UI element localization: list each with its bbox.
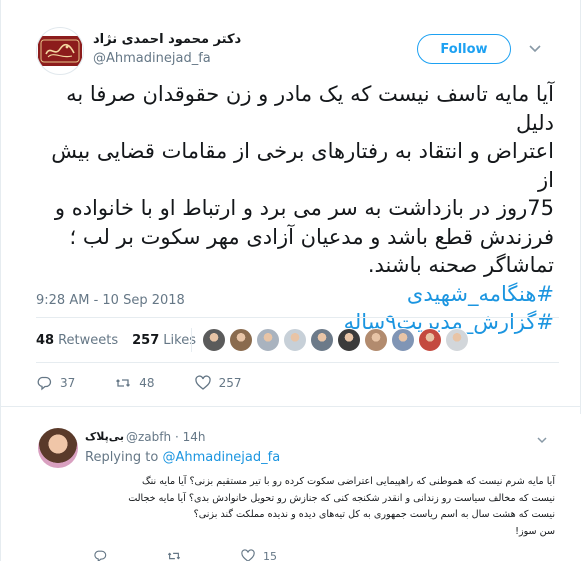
reply-avatar[interactable] bbox=[38, 428, 78, 468]
like-action[interactable]: 257 bbox=[194, 375, 242, 391]
reply-tweet[interactable]: بی‌پلاک @zabfh · 14h Replying to @Ahmadi… bbox=[1, 414, 581, 561]
tweet-line: فرزندش قطع باشد و مدعیان آزادی مهر سکوت … bbox=[69, 224, 554, 249]
follow-button[interactable]: Follow bbox=[417, 34, 511, 64]
retweets-label: Retweets bbox=[58, 332, 119, 348]
liker-avatar-icon[interactable] bbox=[229, 328, 253, 352]
tweet-timestamp[interactable]: 9:28 AM - 10 Sep 2018 bbox=[36, 293, 185, 308]
reply-handle-time: @zabfh · 14h bbox=[126, 430, 205, 444]
reply-like-count: 15 bbox=[263, 549, 277, 561]
reply-line: نیست که هشت سال به اسم ریاست جمهوری به ک… bbox=[193, 509, 555, 520]
author-avatar[interactable] bbox=[36, 27, 84, 75]
reply-author-name[interactable]: بی‌پلاک bbox=[85, 430, 124, 443]
replying-prefix: Replying to bbox=[85, 450, 159, 465]
tweet-line: اعتراض و انتقاد به رفتارهای برخی از مقام… bbox=[51, 139, 554, 192]
likes-count: 257 bbox=[132, 332, 160, 348]
reply-line: آیا مایه شرم نیست که هموطنی که راهپیمایی… bbox=[142, 476, 555, 487]
reply-retweet-action[interactable] bbox=[167, 549, 189, 561]
likers-avatar-row bbox=[191, 328, 469, 352]
tweet-line: آیا مایه تاسف نیست که یک مادر و زن حقوقد… bbox=[66, 82, 554, 135]
reply-count: 37 bbox=[60, 376, 76, 390]
reply-line: نیست که مخالف سیاست رو زندانی و انقدر شک… bbox=[128, 492, 555, 504]
chevron-down-icon[interactable] bbox=[528, 42, 542, 56]
chevron-down-icon[interactable] bbox=[536, 434, 548, 446]
reply-author-handle[interactable]: @zabfh bbox=[126, 430, 171, 444]
divider bbox=[36, 362, 559, 363]
retweet-action[interactable]: 48 bbox=[115, 375, 155, 391]
reply-icon bbox=[94, 550, 107, 561]
tweet-header: دکتر محمود احمدی نژاد @Ahmadinejad_fa Fo… bbox=[1, 0, 581, 75]
reply-line: سن سوز! bbox=[515, 525, 555, 537]
liker-avatar-icon[interactable] bbox=[418, 328, 442, 352]
reply-action[interactable]: 37 bbox=[36, 375, 75, 391]
divider bbox=[36, 317, 559, 318]
tweet-actions: 37 48 257 bbox=[36, 373, 281, 393]
retweet-icon bbox=[116, 379, 131, 387]
retweets-stat[interactable]: 48 Retweets bbox=[36, 333, 118, 348]
seal-logo-graphic bbox=[40, 39, 80, 63]
heart-icon bbox=[194, 375, 211, 390]
liker-avatar-icon[interactable] bbox=[391, 328, 415, 352]
liker-avatar-icon[interactable] bbox=[364, 328, 388, 352]
reply-text: آیا مایه شرم نیست که هموطنی که راهپیمایی… bbox=[85, 474, 555, 540]
heart-icon bbox=[241, 549, 255, 561]
seal-logo-icon bbox=[38, 36, 82, 66]
author-handle[interactable]: @Ahmadinejad_fa bbox=[93, 51, 211, 66]
reply-icon bbox=[37, 376, 52, 391]
liker-avatar-icon[interactable] bbox=[337, 328, 361, 352]
engagement-stats: 48 Retweets 257 Likes bbox=[36, 328, 210, 352]
liker-avatar-icon[interactable] bbox=[202, 328, 226, 352]
replying-to-link[interactable]: @Ahmadinejad_fa bbox=[162, 450, 280, 465]
liker-avatar-icon[interactable] bbox=[256, 328, 280, 352]
divider bbox=[1, 406, 581, 407]
likes-stat[interactable]: 257 Likes bbox=[132, 333, 196, 348]
reply-time[interactable]: · 14h bbox=[175, 430, 206, 444]
tweet-line: تماشاگر صحنه باشند. bbox=[367, 253, 554, 277]
liker-avatar-icon[interactable] bbox=[310, 328, 334, 352]
liker-avatar-icon[interactable] bbox=[445, 328, 469, 352]
reply-reply-action[interactable] bbox=[93, 549, 115, 561]
replying-to: Replying to @Ahmadinejad_fa bbox=[85, 450, 280, 465]
like-count: 257 bbox=[218, 376, 242, 390]
tweet-line: 75روز در بازداشت به سر می برد و ارتباط ا… bbox=[54, 196, 554, 220]
tweet-card: دکتر محمود احمدی نژاد @Ahmadinejad_fa Fo… bbox=[0, 0, 581, 561]
retweets-count: 48 bbox=[36, 332, 55, 348]
retweet-count: 48 bbox=[139, 376, 155, 390]
retweet-icon bbox=[167, 552, 181, 560]
reply-like-action[interactable]: 15 bbox=[241, 549, 277, 561]
author-name[interactable]: دکتر محمود احمدی نژاد bbox=[93, 32, 241, 47]
liker-avatar-icon[interactable] bbox=[283, 328, 307, 352]
reply-actions: 15 bbox=[93, 548, 329, 561]
